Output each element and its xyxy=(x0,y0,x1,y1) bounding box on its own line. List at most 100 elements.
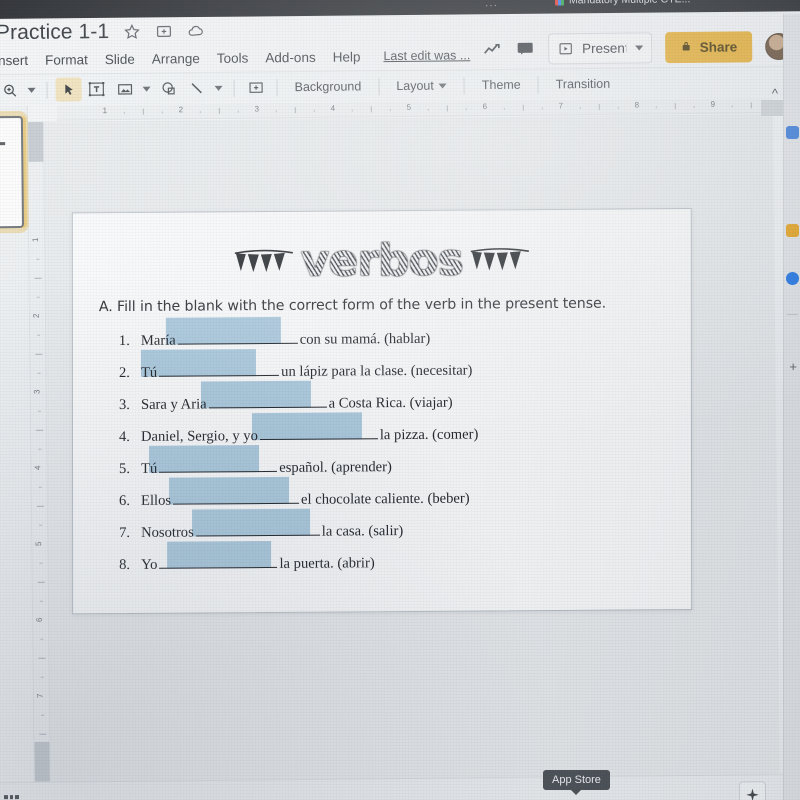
question-number: 5. xyxy=(119,460,130,478)
browser-tab-title: Mandatory Multiple CTE... xyxy=(569,0,691,6)
move-to-folder-icon[interactable] xyxy=(155,22,173,40)
ruler-h-tick xyxy=(541,107,543,110)
question-number: 4. xyxy=(118,428,130,446)
answer-blank[interactable] xyxy=(177,329,298,345)
ruler-v-number: 1 xyxy=(30,237,40,243)
slide-title-block[interactable]: verbos xyxy=(73,233,691,288)
ruler-v-tick xyxy=(40,676,44,678)
toolbar-divider-5 xyxy=(463,76,465,94)
ruler-h-tick xyxy=(693,105,695,108)
menu-item-help[interactable]: Help xyxy=(333,49,361,64)
share-button[interactable]: Share xyxy=(665,30,753,63)
answer-blank[interactable] xyxy=(208,393,327,409)
menu-item-addons[interactable]: Add-ons xyxy=(265,49,315,65)
ruler-h-tick xyxy=(731,105,733,108)
select-cursor-icon[interactable] xyxy=(55,77,82,102)
toolbar-divider xyxy=(46,81,48,99)
extension-blue-icon[interactable] xyxy=(786,126,799,139)
ruler-h-tick xyxy=(237,110,239,113)
layout-button[interactable]: Layout xyxy=(387,73,456,98)
add-comment-icon[interactable] xyxy=(242,75,268,99)
question-row: 6. Ellos el chocolate caliente. (beber) xyxy=(119,476,681,523)
star-icon[interactable] xyxy=(123,23,141,41)
menu-item-insert[interactable]: Insert xyxy=(0,52,28,67)
document-title[interactable]: Practice 1-1 xyxy=(0,20,109,45)
question-prefix: María xyxy=(140,332,176,349)
theme-button[interactable]: Theme xyxy=(473,73,530,98)
ruler-h-tick xyxy=(123,111,125,114)
ruler-v-tick xyxy=(39,600,43,602)
menu-item-tools[interactable]: Tools xyxy=(217,50,249,65)
shape-icon[interactable] xyxy=(155,76,181,100)
ruler-v-tick xyxy=(34,277,42,279)
image-dropdown-icon[interactable] xyxy=(139,77,153,101)
ruler-h-tick xyxy=(313,109,315,112)
answer-blank[interactable] xyxy=(259,425,378,441)
answer-blank[interactable] xyxy=(173,489,300,505)
ruler-v-tick xyxy=(36,505,44,507)
line-icon[interactable] xyxy=(183,76,209,100)
question-suffix: a Costa Rica. (viajar) xyxy=(328,394,453,412)
bunting-right-icon xyxy=(469,245,531,275)
question-row: 5. Tú español. (aprender) xyxy=(119,445,681,491)
question-prefix: Ellos xyxy=(141,492,172,509)
answer-blank[interactable] xyxy=(159,553,278,569)
transition-button[interactable]: Transition xyxy=(547,72,620,97)
background-button[interactable]: Background xyxy=(285,74,370,99)
instruction-text: A. Fill in the blank with the correct fo… xyxy=(98,295,607,316)
ruler-h-tick xyxy=(370,106,372,113)
ruler-v-number: 4 xyxy=(33,465,43,471)
browser-extension-rail: + xyxy=(784,14,800,800)
cloud-saved-icon[interactable] xyxy=(187,22,205,40)
ruler-h-number: 4 xyxy=(330,103,336,113)
ruler-v-number: 2 xyxy=(31,313,41,319)
ruler-h-tick xyxy=(294,107,296,114)
title-row: Practice 1-1 xyxy=(0,16,205,48)
add-extension-button[interactable]: + xyxy=(789,359,797,374)
present-dropdown-button[interactable] xyxy=(626,31,653,64)
right-panel-tab[interactable] xyxy=(761,100,783,116)
explore-icon[interactable] xyxy=(738,781,767,800)
collapse-toolbar-chevron-icon[interactable]: ^ xyxy=(772,86,778,101)
menu-item-arrange[interactable]: Arrange xyxy=(152,51,200,67)
comment-icon[interactable] xyxy=(515,39,535,59)
text-box-icon[interactable] xyxy=(83,77,109,101)
ruler-v-tick xyxy=(36,429,44,431)
ruler-h-tick xyxy=(389,109,391,112)
last-edit-link[interactable]: Last edit was ... xyxy=(383,48,470,63)
ruler-v-tick xyxy=(37,581,45,583)
menu-item-slide[interactable]: Slide xyxy=(105,51,135,66)
extension-compass-icon[interactable] xyxy=(786,272,799,285)
question-number: 1. xyxy=(118,332,130,350)
menu-item-format[interactable]: Format xyxy=(45,52,88,67)
answer-blank[interactable] xyxy=(159,361,280,377)
ruler-h-tick xyxy=(218,107,220,114)
browser-tab[interactable]: Mandatory Multiple CTE... xyxy=(554,0,691,7)
toolbar-divider-2 xyxy=(233,79,235,97)
question-number: 2. xyxy=(118,364,130,382)
extension-orange-icon[interactable] xyxy=(786,224,799,237)
slide-thumbnail-1[interactable] xyxy=(0,115,25,229)
question-number: 6. xyxy=(119,492,131,510)
insert-image-icon[interactable] xyxy=(111,77,137,101)
zoom-dropdown-icon[interactable] xyxy=(24,78,38,102)
app-grid-icon[interactable] xyxy=(3,795,20,800)
question-suffix: la pizza. (comer) xyxy=(379,426,479,444)
browser-tab-ellipsis: ... xyxy=(484,0,499,10)
line-dropdown-icon[interactable] xyxy=(211,76,225,100)
answer-blank[interactable] xyxy=(195,521,320,537)
current-slide[interactable]: verbos A. Fill in the blank with the cor… xyxy=(71,208,693,615)
ruler-v-tick xyxy=(39,562,43,564)
zoom-icon[interactable] xyxy=(0,78,23,102)
activity-dashboard-icon[interactable] xyxy=(482,39,502,59)
ruler-v-tick xyxy=(36,258,40,260)
ruler-v-tick xyxy=(39,524,43,526)
speaker-notes-handle[interactable]: • • • xyxy=(390,795,424,800)
present-control-group: Present xyxy=(547,31,653,64)
question-suffix: el chocolate caliente. (beber) xyxy=(301,490,470,508)
question-prefix: Nosotros xyxy=(141,524,194,541)
slide-canvas[interactable]: verbos A. Fill in the blank with the cor… xyxy=(43,114,780,782)
question-suffix: español. (aprender) xyxy=(279,459,392,476)
vertical-ruler-margin-top xyxy=(27,121,45,162)
answer-blank[interactable] xyxy=(159,457,278,473)
